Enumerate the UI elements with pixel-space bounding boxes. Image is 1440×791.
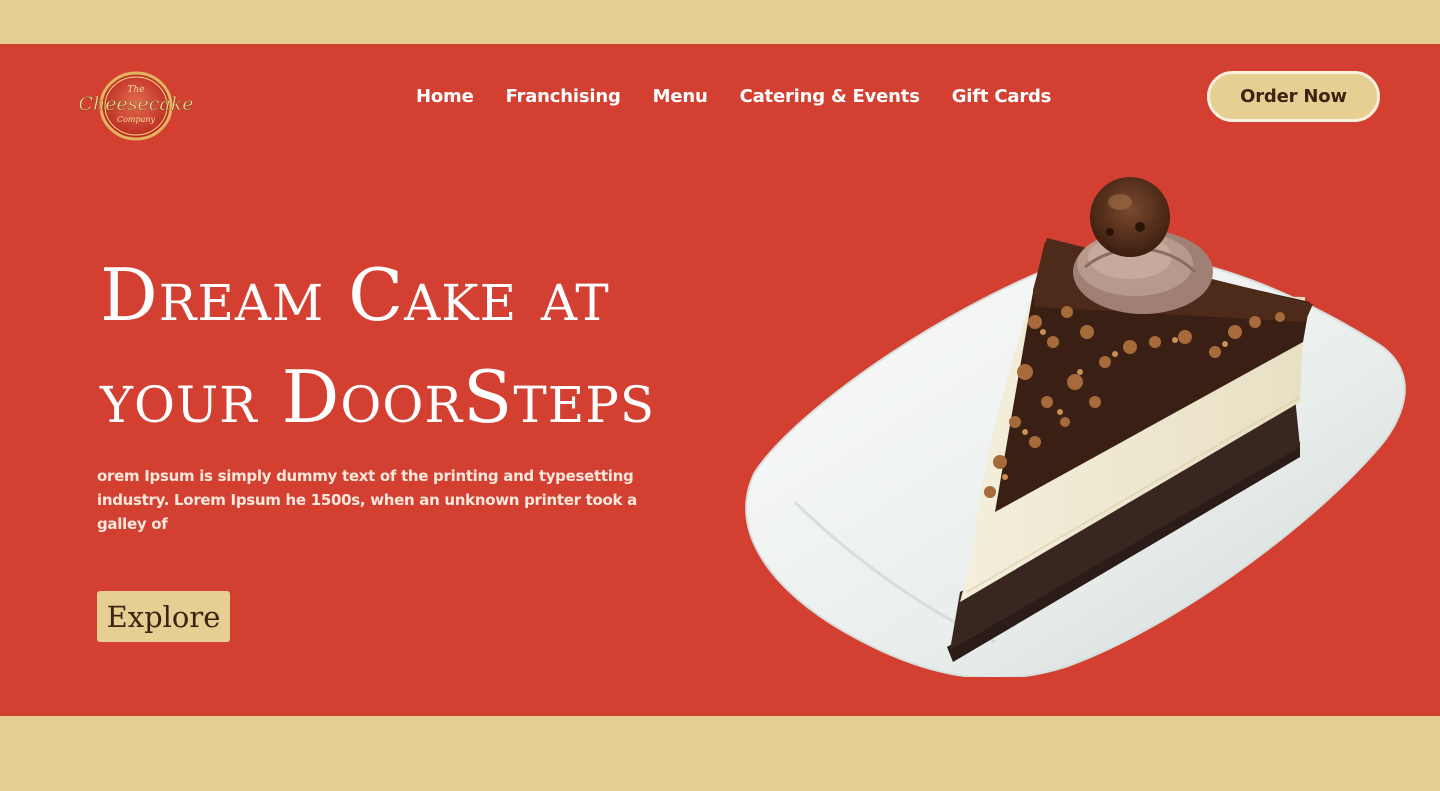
nav-item-home[interactable]: Home xyxy=(416,86,474,107)
order-now-button[interactable]: Order Now xyxy=(1207,71,1380,122)
nav-item-gift-cards[interactable]: Gift Cards xyxy=(952,86,1052,107)
nav-item-franchising[interactable]: Franchising xyxy=(506,86,621,107)
hero-headline-line-2: your DoorSteps xyxy=(100,355,656,439)
svg-text:Company: Company xyxy=(117,115,156,124)
nav-item-catering-events[interactable]: Catering & Events xyxy=(740,86,920,107)
nav-item-menu[interactable]: Menu xyxy=(653,86,708,107)
hero-headline: Dream Cake at your DoorSteps xyxy=(100,244,740,448)
hero-headline-line-1: Dream Cake at xyxy=(100,253,610,337)
main-nav: Home Franchising Menu Catering & Events … xyxy=(416,86,1051,107)
brand-logo[interactable]: The Cheesecake Company xyxy=(78,69,194,141)
hero-description: orem Ipsum is simply dummy text of the p… xyxy=(97,467,637,533)
logo-badge-icon: The Cheesecake Company xyxy=(78,71,194,141)
cheesecake-image xyxy=(735,172,1410,680)
explore-button[interactable]: Explore xyxy=(97,591,230,642)
cheesecake-slice-illustration xyxy=(745,177,1406,680)
hero-section: The Cheesecake Company Home Franchising … xyxy=(0,44,1440,716)
svg-text:Cheesecake: Cheesecake xyxy=(80,93,192,115)
